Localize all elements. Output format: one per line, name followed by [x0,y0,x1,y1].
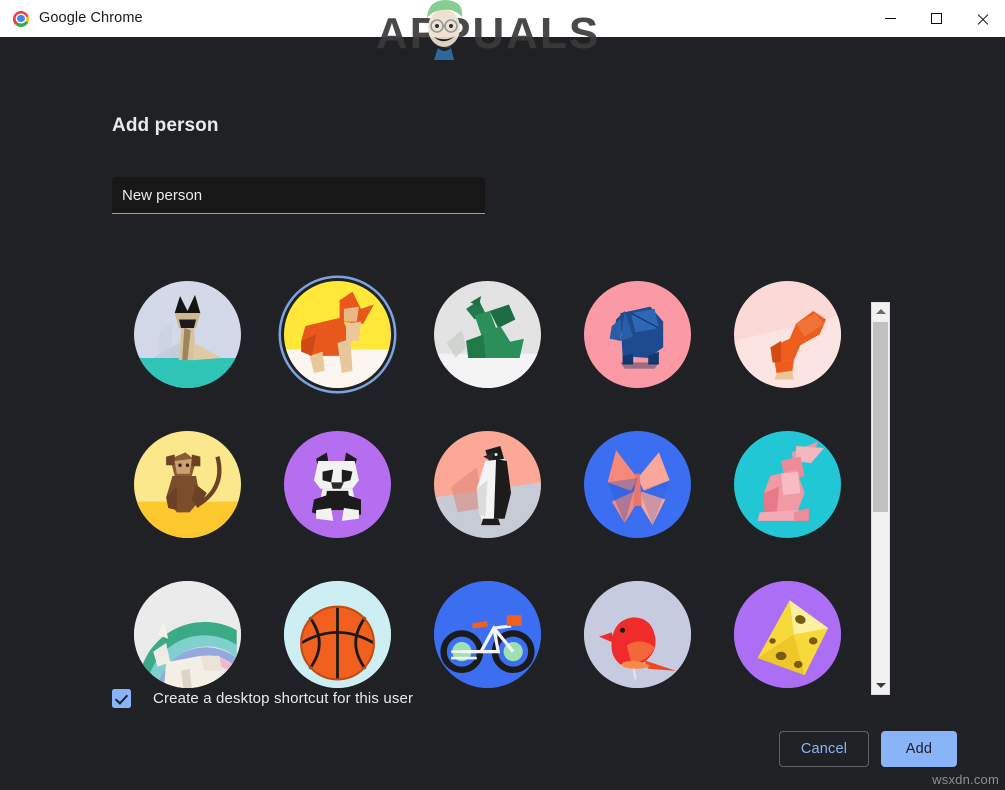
origami-panda-avatar-image [283,430,391,538]
person-name-input[interactable] [112,177,485,214]
avatar-grid-scrollbar[interactable] [871,302,890,695]
origami-dragon-avatar[interactable] [412,259,562,409]
desktop-shortcut-row[interactable]: Create a desktop shortcut for this user [112,689,413,708]
origami-dragon-avatar-image [433,280,541,388]
minimize-button[interactable] [867,0,913,37]
scroll-up-button[interactable] [872,303,889,320]
cheese-avatar-image [733,580,841,688]
bicycle-avatar[interactable] [412,559,562,695]
add-button[interactable]: Add [881,731,957,767]
scrollbar-thumb[interactable] [873,322,888,512]
close-button[interactable] [959,0,1005,37]
origami-rabbit-avatar-image [733,430,841,538]
origami-elephant-avatar-image [583,280,691,388]
window-titlebar: Google Chrome [0,0,1005,37]
maximize-button[interactable] [913,0,959,37]
close-icon [976,13,988,25]
dialog-actions: Cancel Add [779,731,957,767]
basketball-avatar-image [283,580,391,688]
cheese-avatar[interactable] [712,559,862,695]
origami-panda-avatar[interactable] [262,409,412,559]
origami-butterfly-avatar-image [583,430,691,538]
origami-unicorn-avatar-image [133,580,241,688]
avatar-grid-viewport [112,259,868,695]
origami-monkey-avatar-image [133,430,241,538]
minimize-icon [884,18,896,19]
maximize-icon [930,13,942,24]
chrome-logo-icon [13,10,29,27]
chrome-add-person-window: Google Chrome Add person New person Crea… [0,0,1005,790]
origami-penguin-avatar[interactable] [412,409,562,559]
origami-squirrel-avatar-image [733,280,841,388]
cancel-button[interactable]: Cancel [779,731,869,767]
avatar-grid [112,259,868,695]
red-bird-avatar-image [583,580,691,688]
origami-elephant-avatar[interactable] [562,259,712,409]
basketball-avatar[interactable] [262,559,412,695]
origami-fox-avatar[interactable] [262,259,412,409]
origami-butterfly-avatar[interactable] [562,409,712,559]
origami-rabbit-avatar[interactable] [712,409,862,559]
desktop-shortcut-checkbox[interactable] [112,689,131,708]
desktop-shortcut-label: Create a desktop shortcut for this user [153,690,414,707]
origami-fox-avatar-image [283,280,391,388]
origami-monkey-avatar[interactable] [112,409,262,559]
origami-penguin-avatar-image [433,430,541,538]
bicycle-avatar-image [433,580,541,688]
window-title: Google Chrome [39,10,143,27]
name-input-container [112,177,485,214]
origami-unicorn-avatar[interactable] [112,559,262,695]
origami-squirrel-avatar[interactable] [712,259,862,409]
scroll-up-arrow-icon [875,309,886,314]
page-title: Add person [112,115,219,136]
dialog-content: Add person New person Create a desktop s… [0,37,1005,790]
red-bird-avatar[interactable] [562,559,712,695]
scroll-down-button[interactable] [872,677,889,694]
origami-cat-avatar-image [133,280,241,388]
scroll-down-arrow-icon [875,683,886,688]
origami-cat-avatar[interactable] [112,259,262,409]
